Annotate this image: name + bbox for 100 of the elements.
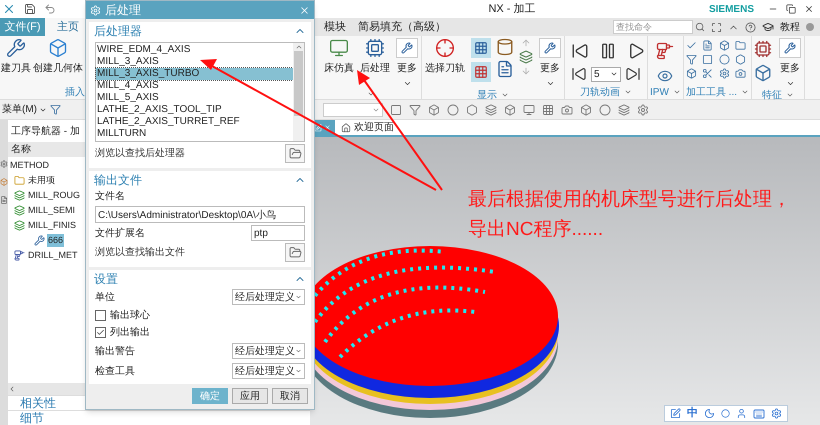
- pause-icon[interactable]: [599, 42, 617, 60]
- tool-icon[interactable]: [702, 68, 714, 79]
- side-tool-icon[interactable]: [0, 178, 8, 186]
- fullscreen-icon[interactable]: [711, 22, 722, 32]
- menu-button[interactable]: 菜单(M): [2, 102, 47, 117]
- tool-icon[interactable]: [686, 54, 697, 65]
- checkbox[interactable]: [95, 327, 106, 338]
- tool-icon[interactable]: [718, 40, 730, 51]
- dialog-button[interactable]: 取消: [272, 388, 308, 404]
- tool-icon[interactable]: [686, 40, 697, 51]
- settings-icon[interactable]: [771, 408, 782, 419]
- ribbon-button[interactable]: 后处理: [359, 38, 391, 76]
- toolbar-icon[interactable]: [599, 104, 611, 116]
- help-icon[interactable]: [745, 22, 756, 32]
- step-back-icon[interactable]: [571, 42, 589, 60]
- toolbar-icon[interactable]: [523, 104, 535, 116]
- toolpath-display-icon[interactable]: [471, 62, 491, 82]
- select-field[interactable]: 经后处理定义: [232, 363, 305, 379]
- ribbon-button[interactable]: 创建几何体: [32, 38, 84, 76]
- tool-icon[interactable]: [718, 68, 730, 79]
- extension-field[interactable]: ptp: [251, 225, 305, 241]
- browse-button[interactable]: [285, 242, 305, 262]
- toolbar-icon[interactable]: [466, 104, 478, 116]
- undo-icon[interactable]: [44, 3, 56, 15]
- checkbox[interactable]: [95, 310, 106, 321]
- speed-dropdown[interactable]: 5: [591, 66, 621, 82]
- filename-field[interactable]: C:\Users\Administrator\Desktop\0A\小鸟: [95, 206, 305, 223]
- tree-item[interactable]: 未用项: [27, 174, 56, 188]
- list-item[interactable]: MILL_3_AXIS: [96, 56, 293, 68]
- toolbar-icon[interactable]: [428, 104, 440, 116]
- keyboard-icon[interactable]: [753, 408, 765, 420]
- close-icon[interactable]: [804, 4, 814, 14]
- browse-button[interactable]: [285, 144, 305, 162]
- tool-icon[interactable]: [496, 38, 514, 56]
- select-field[interactable]: 经后处理定义: [232, 289, 305, 305]
- user-icon[interactable]: [736, 408, 747, 419]
- tree-item[interactable]: METHOD: [9, 158, 50, 172]
- toolpath-display-icon[interactable]: [471, 38, 491, 58]
- tool-icon[interactable]: [735, 68, 746, 79]
- document-icon[interactable]: [496, 60, 514, 78]
- list-item[interactable]: LATHE_2_AXIS_TOOL_TIP: [96, 104, 293, 116]
- dialog-button[interactable]: 应用: [232, 388, 268, 404]
- feature-icon[interactable]: [754, 64, 772, 82]
- tool-icon[interactable]: [735, 54, 746, 65]
- list-item[interactable]: WIRE_EDM_4_AXIS: [96, 44, 293, 56]
- search-field[interactable]: 查找命令: [613, 20, 693, 34]
- toolbar-icon[interactable]: [561, 104, 573, 116]
- list-item[interactable]: MILL_4_AXIS: [96, 80, 293, 92]
- tree-item[interactable]: MILL_FINIS: [27, 218, 78, 232]
- toolbar-icon[interactable]: [447, 104, 459, 116]
- side-tool-icon[interactable]: [0, 160, 8, 168]
- forward-icon[interactable]: [625, 66, 641, 82]
- list-item[interactable]: MILL_5_AXIS: [96, 92, 293, 104]
- ribbon-button[interactable]: 选择刀轨: [424, 38, 466, 76]
- feature-icon[interactable]: [754, 40, 772, 58]
- toolbar-icon[interactable]: [504, 104, 516, 116]
- tree-item[interactable]: 666: [47, 234, 64, 248]
- list-item[interactable]: MILL_3_AXIS_TURBO: [96, 68, 293, 80]
- toolbar-icon[interactable]: [542, 104, 554, 116]
- tool-icon[interactable]: [702, 54, 714, 65]
- view-icon[interactable]: [657, 68, 674, 84]
- play-icon[interactable]: [627, 42, 645, 60]
- ime-mode[interactable]: 中: [687, 405, 698, 422]
- panel-header[interactable]: 相关性: [20, 394, 56, 412]
- toolbar-icon[interactable]: [485, 104, 497, 116]
- toolbar-icon[interactable]: [580, 104, 592, 116]
- drill-icon[interactable]: [656, 42, 674, 60]
- select-field[interactable]: 经后处理定义: [232, 343, 305, 359]
- toolbar-icon[interactable]: [618, 104, 630, 116]
- save-icon[interactable]: [24, 3, 36, 15]
- menu-tab[interactable]: 模块: [318, 18, 352, 36]
- toolbar-icon[interactable]: [409, 104, 421, 116]
- menu-tab[interactable]: 简易填充（高级）: [352, 18, 452, 36]
- scroll-up-icon[interactable]: [294, 43, 302, 51]
- tree-item[interactable]: DRILL_MET: [27, 248, 79, 262]
- list-item[interactable]: LATHE_2_AXIS_TURRET_REF: [96, 116, 293, 128]
- scroll-left-icon[interactable]: [8, 385, 16, 393]
- tool-icon[interactable]: [735, 40, 746, 51]
- panel-header[interactable]: 细节: [20, 409, 44, 425]
- search-icon[interactable]: [695, 22, 705, 32]
- restore-icon[interactable]: [786, 4, 796, 14]
- ribbon-button[interactable]: 建刀具: [0, 38, 32, 76]
- moon-icon[interactable]: [704, 408, 715, 419]
- toolbar-icon[interactable]: [637, 104, 649, 116]
- dot-icon[interactable]: [721, 409, 730, 418]
- filter-icon[interactable]: [50, 104, 61, 115]
- more-button[interactable]: 更多: [538, 38, 562, 88]
- ribbon-button[interactable]: 床仿真: [323, 38, 355, 76]
- more-button[interactable]: 更多: [778, 38, 802, 88]
- tree-item[interactable]: MILL_ROUG: [27, 188, 82, 202]
- edit-icon[interactable]: [670, 408, 681, 419]
- tree-item[interactable]: MILL_SEMI: [27, 204, 76, 218]
- list-item[interactable]: MILLTURN: [96, 128, 293, 140]
- side-tool-icon[interactable]: [0, 196, 8, 204]
- rewind-icon[interactable]: [571, 66, 587, 82]
- tool-icon[interactable]: [702, 40, 714, 51]
- layers-icon[interactable]: [519, 50, 533, 64]
- tutorial-link[interactable]: 教程: [780, 20, 800, 34]
- more-button[interactable]: 更多: [395, 38, 419, 88]
- welcome-tab[interactable]: 欢迎页面: [354, 120, 394, 135]
